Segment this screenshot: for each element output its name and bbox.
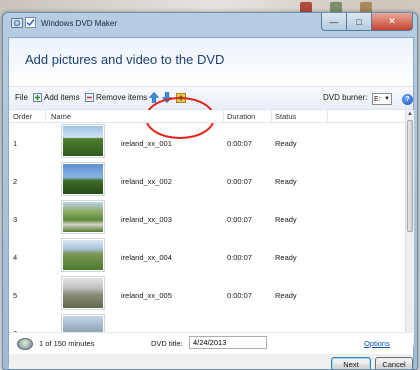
dvd-burner-value: E: bbox=[374, 95, 381, 103]
table-row[interactable]: 4 ireland_xx_004 0:00:07 Ready bbox=[9, 237, 405, 275]
dvd-burner-label: DVD burner: bbox=[323, 93, 368, 102]
minutes-used-text: 1 of 150 minutes bbox=[39, 339, 95, 348]
disc-usage-icon bbox=[17, 338, 33, 350]
row-order: 4 bbox=[13, 253, 18, 262]
thumbnail-image bbox=[61, 238, 105, 272]
column-header-status[interactable]: Status bbox=[275, 112, 296, 121]
row-order: 1 bbox=[13, 139, 18, 148]
row-duration: 0:00:07 bbox=[227, 215, 253, 224]
table-row[interactable]: 1 ireland_xx_001 0:00:07 Ready bbox=[9, 123, 405, 161]
column-divider[interactable] bbox=[327, 110, 328, 122]
checkmark-icon bbox=[25, 17, 36, 28]
row-status: Ready bbox=[275, 177, 297, 186]
row-name: ireland_xx_002 bbox=[121, 177, 172, 186]
maximize-button[interactable]: □ bbox=[347, 13, 372, 31]
dvd-title-input[interactable] bbox=[189, 336, 267, 349]
minimize-button[interactable]: — bbox=[321, 13, 347, 31]
window-title: Windows DVD Maker bbox=[41, 19, 118, 28]
row-status: Ready bbox=[275, 215, 297, 224]
column-header-name[interactable]: Name bbox=[51, 112, 71, 121]
row-order: 5 bbox=[13, 291, 18, 300]
toolbar: File Add items Remove items DVD burner: bbox=[9, 86, 413, 110]
next-button[interactable]: Next bbox=[331, 357, 371, 369]
thumbnail-image bbox=[61, 124, 105, 158]
close-button[interactable]: ✕ bbox=[372, 13, 413, 31]
scroll-up-icon[interactable]: ▲ bbox=[406, 110, 414, 118]
dvd-title-label: DVD title: bbox=[151, 339, 183, 348]
scrollbar-thumb[interactable] bbox=[407, 120, 413, 232]
title-bar: Windows DVD Maker — □ ✕ bbox=[3, 13, 417, 37]
remove-items-label: Remove items bbox=[96, 93, 148, 102]
row-order: 2 bbox=[13, 177, 18, 186]
thumbnail-image bbox=[61, 162, 105, 196]
column-divider[interactable] bbox=[271, 110, 272, 122]
table-header: Order Name Duration Status bbox=[9, 110, 405, 123]
row-duration: 0:00:07 bbox=[227, 253, 253, 262]
remove-items-button[interactable]: Remove items bbox=[85, 93, 147, 102]
file-menu[interactable]: File bbox=[15, 93, 28, 102]
add-items-button[interactable]: Add items bbox=[33, 93, 80, 102]
page-header: Add pictures and video to the DVD bbox=[9, 38, 413, 84]
dvd-maker-app-icon bbox=[11, 18, 23, 28]
row-name: ireland_xx_004 bbox=[121, 253, 172, 262]
status-bar: 1 of 150 minutes DVD title: Options bbox=[9, 332, 413, 353]
dvd-burner-select[interactable]: E: ▼ bbox=[372, 93, 392, 105]
add-items-label: Add items bbox=[44, 93, 80, 102]
column-divider[interactable] bbox=[223, 110, 224, 122]
chevron-down-icon: ▼ bbox=[384, 96, 390, 102]
add-items-icon bbox=[33, 93, 42, 102]
row-name: ireland_xx_005 bbox=[121, 291, 172, 300]
options-link[interactable]: Options bbox=[364, 339, 390, 348]
window-controls: — □ ✕ bbox=[321, 13, 413, 31]
row-order: 3 bbox=[13, 215, 18, 224]
content-pane: Add pictures and video to the DVD File A… bbox=[8, 37, 414, 369]
cancel-button[interactable]: Cancel bbox=[375, 357, 413, 369]
row-status: Ready bbox=[275, 253, 297, 262]
table-row[interactable]: 3 ireland_xx_003 0:00:07 Ready bbox=[9, 199, 405, 237]
thumbnail-image bbox=[61, 276, 105, 310]
dialog-footer: Next Cancel bbox=[9, 354, 413, 369]
table-row[interactable]: 2 ireland_xx_002 0:00:07 Ready bbox=[9, 161, 405, 199]
table-row[interactable]: 5 ireland_xx_005 0:00:07 Ready bbox=[9, 275, 405, 313]
dvd-maker-window: Windows DVD Maker — □ ✕ Add pictures and… bbox=[2, 12, 418, 370]
page-title: Add pictures and video to the DVD bbox=[25, 52, 225, 67]
row-name: ireland_xx_003 bbox=[121, 215, 172, 224]
row-duration: 0:00:07 bbox=[227, 139, 253, 148]
item-list: 1 ireland_xx_001 0:00:07 Ready 2 ireland… bbox=[9, 123, 405, 346]
column-header-duration[interactable]: Duration bbox=[227, 112, 255, 121]
row-name: ireland_xx_001 bbox=[121, 139, 172, 148]
row-duration: 0:00:07 bbox=[227, 177, 253, 186]
column-divider[interactable] bbox=[45, 110, 46, 122]
row-status: Ready bbox=[275, 291, 297, 300]
help-icon[interactable]: ? bbox=[402, 94, 413, 105]
row-duration: 0:00:07 bbox=[227, 291, 253, 300]
row-status: Ready bbox=[275, 139, 297, 148]
column-header-order[interactable]: Order bbox=[13, 112, 32, 121]
thumbnail-image bbox=[61, 200, 105, 234]
remove-items-icon bbox=[85, 93, 94, 102]
vertical-scrollbar[interactable]: ▲ ▼ bbox=[405, 110, 414, 346]
